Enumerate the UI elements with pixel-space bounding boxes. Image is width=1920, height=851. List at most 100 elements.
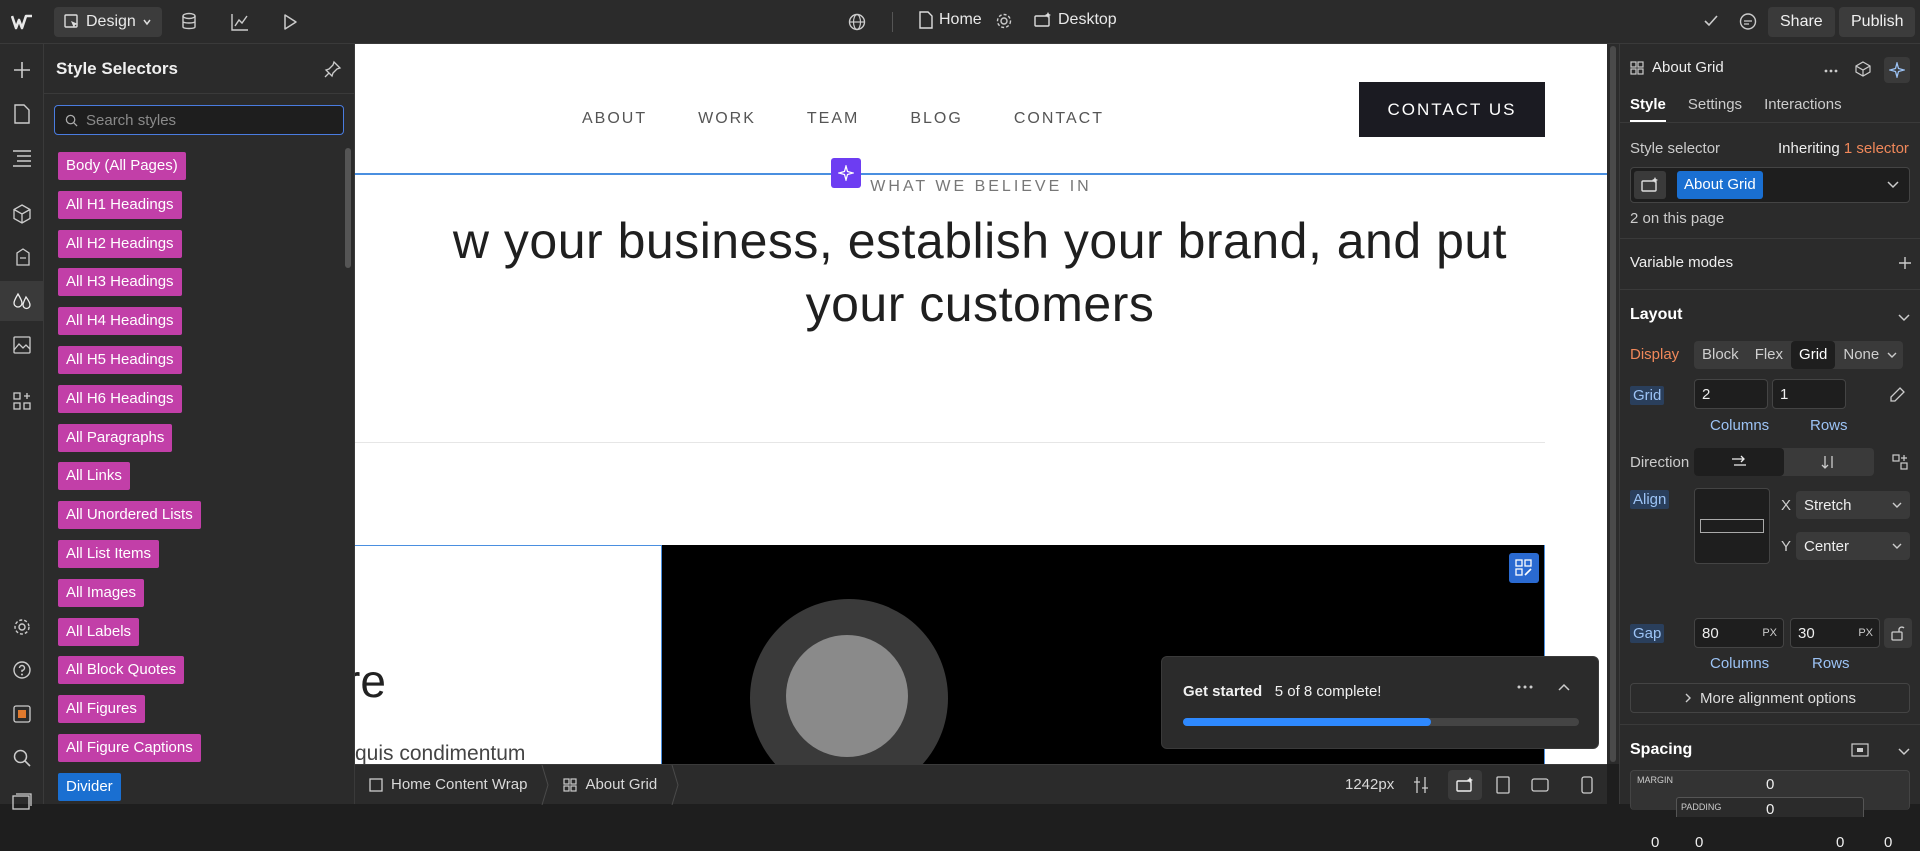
margin-right-value[interactable]: 0 <box>1884 834 1892 851</box>
style-selector-field[interactable]: About Grid <box>1630 167 1910 203</box>
grid-edit-icon[interactable] <box>1889 387 1905 403</box>
more-options-icon[interactable] <box>1517 685 1533 689</box>
panel-scrollbar[interactable] <box>345 148 351 268</box>
gap-rows-unit[interactable]: PX <box>1858 627 1873 639</box>
align-y-select[interactable]: Center <box>1796 532 1910 560</box>
nav-link-contact[interactable]: CONTACT <box>1014 110 1104 128</box>
nav-link-about[interactable]: ABOUT <box>582 110 647 128</box>
add-variable-mode-icon[interactable] <box>1898 256 1912 270</box>
analytics-icon[interactable] <box>230 12 250 32</box>
tab-interactions[interactable]: Interactions <box>1764 96 1842 113</box>
grid-rows-input[interactable]: 1 <box>1772 379 1846 409</box>
image-library-icon[interactable] <box>0 782 44 822</box>
more-alignment-options-button[interactable]: More alignment options <box>1630 683 1910 713</box>
tab-settings[interactable]: Settings <box>1688 96 1742 113</box>
checkmark-icon[interactable] <box>1702 12 1720 30</box>
display-flex-option[interactable]: Flex <box>1747 341 1791 369</box>
margin-left-value[interactable]: 0 <box>1651 834 1659 851</box>
mobile-landscape-breakpoint-icon[interactable] <box>1531 778 1549 792</box>
desktop-breakpoint-icon[interactable] <box>1448 770 1482 800</box>
breadcrumb-home-content-wrap[interactable]: Home Content Wrap <box>355 776 541 793</box>
tablet-breakpoint-icon[interactable] <box>1496 776 1510 794</box>
margin-top-value[interactable]: 0 <box>1766 776 1774 793</box>
preview-play-icon[interactable] <box>281 12 299 32</box>
selector-chip-icon[interactable] <box>1634 171 1666 199</box>
partial-paragraph[interactable]: quis condimentum <box>355 742 525 764</box>
gap-label[interactable]: Gap <box>1630 624 1665 643</box>
element-more-icon[interactable] <box>1824 69 1838 73</box>
layout-collapse-chevron-icon[interactable] <box>1898 314 1910 322</box>
globe-icon[interactable] <box>847 12 867 32</box>
direction-column-option[interactable] <box>1784 448 1874 476</box>
gap-columns-unit[interactable]: PX <box>1762 627 1777 639</box>
help-icon[interactable] <box>0 650 44 690</box>
layout-section-header[interactable]: Layout <box>1630 306 1682 324</box>
webflow-logo[interactable] <box>10 10 34 34</box>
display-grid-option[interactable]: Grid <box>1791 341 1836 369</box>
search-icon[interactable] <box>0 738 44 778</box>
style-selector-item[interactable]: All Links <box>58 462 130 491</box>
assets-image-icon[interactable] <box>0 325 44 365</box>
cms-icon[interactable] <box>180 12 198 32</box>
style-selector-item[interactable]: All H1 Headings <box>58 190 182 219</box>
section-heading[interactable]: w your business, establish your brand, a… <box>355 210 1607 336</box>
audit-icon[interactable] <box>0 694 44 734</box>
selector-chip[interactable]: About Grid <box>1677 171 1763 199</box>
align-matrix[interactable] <box>1694 488 1770 564</box>
gap-rows-input[interactable]: 30 PX <box>1790 618 1880 648</box>
grid-label[interactable]: Grid <box>1630 386 1665 405</box>
apps-icon[interactable] <box>0 381 44 421</box>
align-x-select[interactable]: Stretch <box>1796 491 1910 519</box>
components-icon[interactable] <box>0 194 44 234</box>
gap-columns-input[interactable]: 80 PX <box>1694 618 1784 648</box>
style-selector-item[interactable]: All Unordered Lists <box>58 501 201 530</box>
padding-left-value[interactable]: 0 <box>1695 834 1703 851</box>
canvas-width-label[interactable]: 1242px <box>1345 776 1394 793</box>
align-label[interactable]: Align <box>1630 490 1670 509</box>
publish-button[interactable]: Publish <box>1839 7 1916 37</box>
display-block-option[interactable]: Block <box>1694 341 1747 369</box>
style-selector-item[interactable]: All Figure Captions <box>58 733 201 762</box>
style-selector-item[interactable]: All Figures <box>58 695 145 724</box>
grid-child-icon[interactable] <box>1892 454 1908 470</box>
width-adjust-icon[interactable] <box>1413 776 1429 794</box>
breakpoint-selector[interactable]: Desktop <box>1034 11 1117 29</box>
style-selector-item[interactable]: All Images <box>58 578 145 607</box>
style-selector-item[interactable]: Body (All Pages) <box>58 152 186 180</box>
style-selector-item[interactable]: Divider <box>58 772 121 801</box>
display-label[interactable]: Display <box>1630 346 1679 363</box>
spacing-preset-icon[interactable] <box>1851 743 1869 757</box>
style-selector-item[interactable]: All H2 Headings <box>58 229 182 258</box>
inheriting-count[interactable]: 1 selector <box>1844 140 1909 157</box>
style-selector-item[interactable]: All List Items <box>58 539 160 568</box>
pin-icon[interactable] <box>324 60 342 78</box>
comments-icon[interactable] <box>1738 12 1758 32</box>
style-selector-item[interactable]: All Labels <box>58 617 140 646</box>
direction-row-option[interactable] <box>1694 448 1784 476</box>
style-selectors-drops-icon[interactable] <box>0 281 44 321</box>
ai-assistant-sparkle-icon[interactable] <box>831 158 861 188</box>
inheriting-info[interactable]: Inheriting 1 selector <box>1778 140 1909 157</box>
navigator-icon[interactable] <box>0 138 44 178</box>
nav-link-work[interactable]: WORK <box>698 110 756 128</box>
settings-gear-icon[interactable] <box>0 607 44 647</box>
style-selector-item[interactable]: All H6 Headings <box>58 384 182 413</box>
page-settings-gear-icon[interactable] <box>995 12 1013 30</box>
nav-link-team[interactable]: TEAM <box>807 110 859 128</box>
section-eyebrow[interactable]: WHAT WE BELIEVE IN <box>355 178 1607 196</box>
style-selector-item[interactable]: All Block Quotes <box>58 656 185 685</box>
canvas-scrollbar[interactable] <box>1607 44 1619 764</box>
grid-columns-input[interactable]: 2 <box>1694 379 1768 409</box>
variables-icon[interactable] <box>0 237 44 277</box>
ai-sparkle-icon[interactable] <box>1884 57 1910 83</box>
grid-edit-icon[interactable] <box>1509 553 1539 583</box>
pages-icon[interactable] <box>0 94 44 134</box>
gap-lock-icon[interactable] <box>1884 618 1912 648</box>
partial-heading[interactable]: re <box>355 654 386 708</box>
nav-link-blog[interactable]: BLOG <box>910 110 962 128</box>
style-selector-item[interactable]: All H4 Headings <box>58 307 182 336</box>
breadcrumb-about-grid[interactable]: About Grid <box>549 776 671 793</box>
search-styles-input[interactable] <box>86 111 326 129</box>
tab-style[interactable]: Style <box>1630 96 1666 113</box>
display-none-option[interactable]: None <box>1835 341 1887 369</box>
